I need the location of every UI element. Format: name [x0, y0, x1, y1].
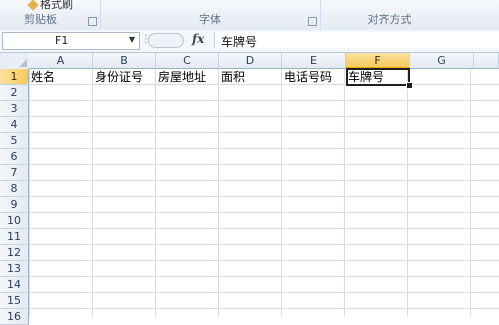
insert-function-button[interactable]: fx: [192, 32, 204, 46]
select-all-triangle-icon: [19, 59, 27, 67]
row-header-6[interactable]: 6: [0, 149, 29, 165]
row-header-8[interactable]: 8: [0, 181, 29, 197]
active-cell-border: [346, 68, 410, 86]
cell-d1[interactable]: 面积: [219, 69, 282, 85]
row-header-5[interactable]: 5: [0, 133, 29, 149]
formula-controls-oval: [148, 33, 184, 48]
format-painter-label: 格式刷: [40, 0, 73, 11]
font-group: 字体: [100, 0, 321, 30]
cell-g1[interactable]: [410, 69, 474, 85]
column-header-d[interactable]: D: [219, 53, 282, 69]
row-header-9[interactable]: 9: [0, 197, 29, 213]
row-header-15[interactable]: 15: [0, 293, 29, 309]
chevron-down-icon[interactable]: ▼: [129, 35, 135, 44]
cell-e1[interactable]: 电话号码: [282, 69, 346, 85]
fill-handle[interactable]: [406, 82, 413, 89]
cell-b1[interactable]: 身份证号: [93, 69, 156, 85]
column-header-c[interactable]: C: [156, 53, 219, 69]
paintbrush-icon: [27, 0, 39, 11]
dialog-launcher-icon[interactable]: [308, 17, 317, 26]
cell-grid[interactable]: [29, 69, 499, 317]
row-header-3[interactable]: 3: [0, 101, 29, 117]
ribbon: 格式刷 剪贴板 字体 对齐方式: [0, 0, 499, 31]
row-header-1[interactable]: 1: [0, 69, 29, 85]
column-header-f[interactable]: F: [346, 53, 410, 69]
row-header-13[interactable]: 13: [0, 261, 29, 277]
cell-a1[interactable]: 姓名: [29, 69, 93, 85]
row-header-4[interactable]: 4: [0, 117, 29, 133]
row-header-16[interactable]: 16: [0, 309, 29, 325]
column-header-h[interactable]: [474, 53, 499, 69]
clipboard-group: 格式刷 剪贴板: [0, 0, 101, 30]
row-header-11[interactable]: 11: [0, 229, 29, 245]
formula-input-value: 车牌号: [221, 35, 258, 49]
dialog-launcher-icon[interactable]: [88, 17, 97, 26]
column-header-b[interactable]: B: [93, 53, 156, 69]
row-header-7[interactable]: 7: [0, 165, 29, 181]
row-header-12[interactable]: 12: [0, 245, 29, 261]
column-header-e[interactable]: E: [282, 53, 346, 69]
alignment-group-label: 对齐方式: [367, 13, 412, 26]
alignment-group: 对齐方式: [320, 0, 499, 30]
select-all-button[interactable]: [0, 53, 30, 70]
formula-input[interactable]: 车牌号: [214, 32, 499, 49]
row-header-10[interactable]: 10: [0, 213, 29, 229]
column-header-a[interactable]: A: [29, 53, 93, 69]
row-header-2[interactable]: 2: [0, 85, 29, 101]
formula-bar: F1 ▼ ⋮ fx 车牌号: [0, 30, 499, 53]
name-box-value: F1: [55, 34, 69, 47]
row-header-14[interactable]: 14: [0, 277, 29, 293]
cell-c1[interactable]: 房屋地址: [156, 69, 219, 85]
name-box[interactable]: F1 ▼: [2, 32, 140, 50]
font-group-label: 字体: [199, 13, 221, 26]
column-header-g[interactable]: G: [410, 53, 474, 69]
